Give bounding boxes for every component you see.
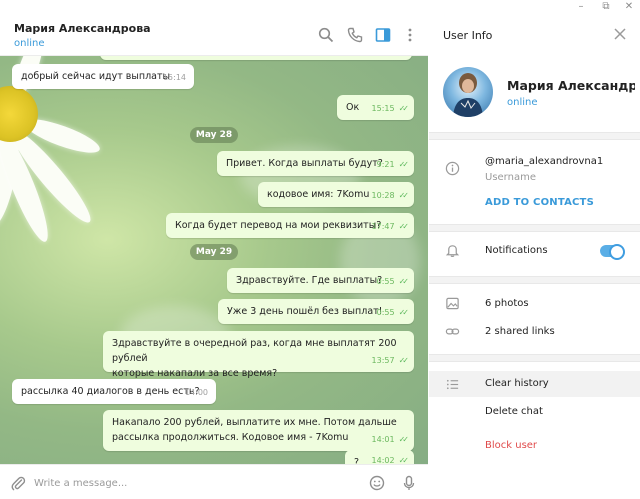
- message-time: 0:55 ✓✓: [376, 308, 410, 317]
- close-icon[interactable]: [613, 27, 627, 44]
- chat-header: Мария Александрова online: [0, 14, 428, 56]
- message-bubble-partial: [100, 56, 412, 60]
- message-time: 0:55 ✓✓: [376, 277, 410, 286]
- maximize-button[interactable]: ⧉: [595, 0, 617, 14]
- message-list[interactable]: добрый сейчас идут выплаты 15:14 Ок 15:1…: [0, 56, 428, 464]
- window-titlebar: – ⧉ ✕: [0, 0, 640, 14]
- message-text: Ок: [346, 102, 360, 113]
- message-bubble[interactable]: Когда будет перевод на мои реквизиты? 17…: [166, 213, 414, 238]
- username-label: Username: [485, 172, 536, 183]
- date-separator: May 28: [190, 127, 238, 143]
- section-divider: [429, 132, 640, 140]
- section-divider: [429, 276, 640, 284]
- message-text: Когда будет перевод на мои реквизиты?: [175, 220, 382, 231]
- username-value[interactable]: @maria_alexandrovna1: [485, 156, 603, 167]
- info-icon: [445, 161, 460, 179]
- close-window-button[interactable]: ✕: [618, 0, 640, 14]
- message-bubble[interactable]: Здравствуйте в очередной раз, когда мне …: [103, 331, 414, 379]
- section-divider: [429, 354, 640, 362]
- message-text: добрый сейчас идут выплаты: [21, 71, 171, 82]
- date-separator: May 29: [190, 244, 238, 260]
- block-user-button[interactable]: Block user: [485, 440, 537, 451]
- link-icon: [445, 324, 460, 342]
- message-text: Накапало 200 рублей, выплатите их мне. П…: [112, 417, 397, 428]
- message-bubble[interactable]: Привет. Когда выплаты будут? 9:21 ✓✓: [217, 151, 414, 176]
- chat-panel: Мария Александрова online добрый сейчас …: [0, 14, 428, 499]
- message-time: 13:57 ✓✓: [371, 356, 410, 365]
- read-ticks-icon: ✓✓: [398, 104, 410, 113]
- search-icon[interactable]: [318, 27, 336, 45]
- read-ticks-icon: ✓✓: [398, 191, 410, 200]
- read-ticks-icon: ✓✓: [398, 308, 410, 317]
- add-to-contacts-button[interactable]: ADD TO CONTACTS: [485, 197, 594, 208]
- microphone-icon[interactable]: [401, 475, 417, 494]
- message-text: Здравствуйте в очередной раз, когда мне …: [112, 338, 397, 364]
- read-ticks-icon: ✓✓: [398, 456, 410, 464]
- shared-links[interactable]: 2 shared links: [485, 326, 555, 337]
- message-bubble[interactable]: Здравствуйте. Где выплаты? 0:55 ✓✓: [227, 268, 414, 293]
- message-text: кодовое имя: 7Komu: [267, 189, 370, 200]
- message-bubble[interactable]: кодовое имя: 7Komu 10:28 ✓✓: [258, 182, 414, 207]
- message-text: рассылка 40 диалогов в день есть?: [21, 386, 200, 397]
- more-icon[interactable]: [402, 27, 420, 45]
- bell-icon: [445, 243, 460, 261]
- message-bubble[interactable]: рассылка 40 диалогов в день есть? 14:00: [12, 379, 216, 404]
- notifications-label: Notifications: [485, 245, 548, 256]
- message-bubble[interactable]: Накапало 200 рублей, выплатите их мне. П…: [103, 410, 414, 451]
- user-name: Мария Александр...: [507, 78, 635, 93]
- message-bubble[interactable]: добрый сейчас идут выплаты 15:14: [12, 64, 194, 89]
- message-time: 15:15 ✓✓: [371, 104, 410, 113]
- minimize-button[interactable]: –: [570, 0, 592, 14]
- read-ticks-icon: ✓✓: [398, 160, 410, 169]
- delete-chat-button[interactable]: Delete chat: [485, 406, 543, 417]
- message-bubble[interactable]: ? 14:02 ✓✓: [345, 450, 414, 464]
- message-text-line2: рассылка продолжиться. Кодовое имя - 7Ko…: [112, 432, 349, 443]
- peer-status: online: [14, 38, 45, 49]
- emoji-icon[interactable]: [369, 475, 385, 494]
- message-input[interactable]: [34, 474, 354, 492]
- wallpaper-flower-center: [0, 86, 38, 142]
- avatar[interactable]: [443, 67, 493, 117]
- message-composer: [0, 464, 428, 499]
- clear-history-button[interactable]: Clear history: [485, 378, 549, 389]
- message-time: 14:02 ✓✓: [371, 456, 410, 464]
- message-text: ?: [354, 457, 360, 464]
- message-text: Уже 3 день пошёл без выплат!: [227, 306, 383, 317]
- message-time: 14:00: [184, 388, 208, 397]
- section-divider: [429, 224, 640, 232]
- read-ticks-icon: ✓✓: [398, 222, 410, 231]
- photo-icon: [445, 296, 460, 314]
- message-time: 17:47 ✓✓: [371, 222, 410, 231]
- read-ticks-icon: ✓✓: [398, 356, 410, 365]
- message-text: Привет. Когда выплаты будут?: [226, 158, 383, 169]
- message-bubble[interactable]: Ок 15:15 ✓✓: [337, 95, 414, 120]
- message-bubble[interactable]: Уже 3 день пошёл без выплат! 0:55 ✓✓: [218, 299, 414, 324]
- notifications-toggle[interactable]: [600, 244, 625, 260]
- peer-name[interactable]: Мария Александрова: [14, 22, 151, 35]
- message-text: Здравствуйте. Где выплаты?: [236, 275, 383, 286]
- user-info-panel: User Info Мария Александр... online @mar…: [429, 14, 640, 499]
- message-time: 9:21 ✓✓: [376, 160, 410, 169]
- message-time: 14:01 ✓✓: [371, 435, 410, 444]
- panel-title: User Info: [443, 29, 493, 42]
- sidebar-toggle-icon[interactable]: [375, 27, 393, 45]
- shared-photos[interactable]: 6 photos: [485, 298, 529, 309]
- message-time: 15:14: [162, 73, 186, 82]
- phone-icon[interactable]: [347, 27, 365, 45]
- user-status: online: [507, 97, 538, 108]
- read-ticks-icon: ✓✓: [398, 435, 410, 444]
- message-time: 10:28 ✓✓: [371, 191, 410, 200]
- read-ticks-icon: ✓✓: [398, 277, 410, 286]
- attach-icon[interactable]: [10, 475, 26, 494]
- list-icon: [445, 377, 460, 395]
